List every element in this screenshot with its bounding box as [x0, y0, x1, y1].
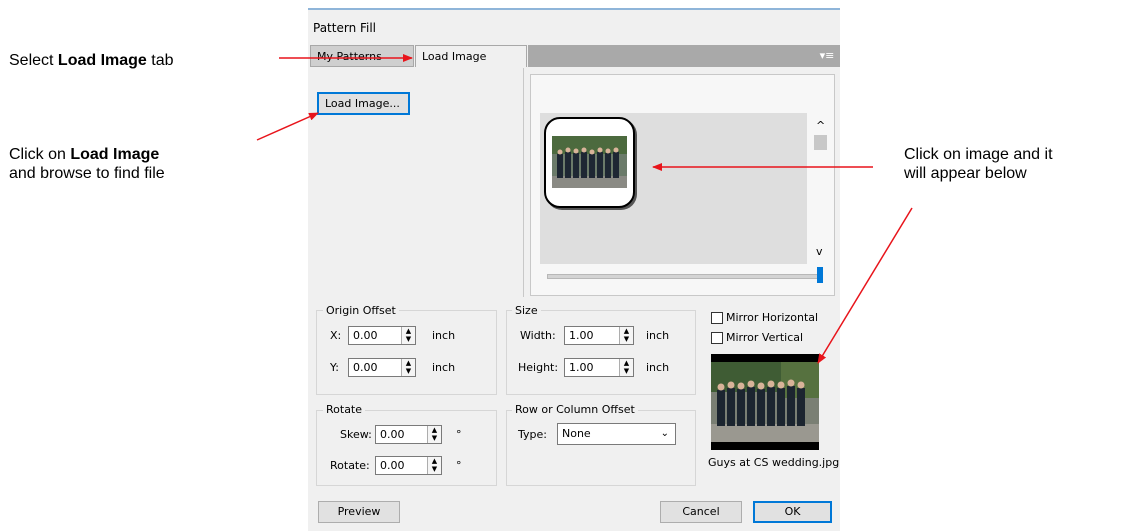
annotation-arrows: [256, 54, 913, 364]
arrow-to-preview: [817, 207, 913, 364]
arrow-to-load-image-button: [256, 112, 319, 141]
